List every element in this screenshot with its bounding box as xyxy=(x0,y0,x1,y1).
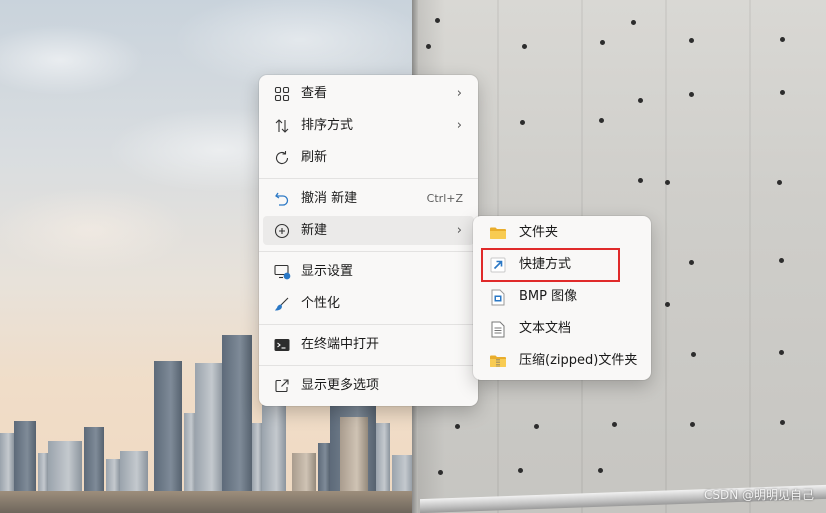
tie-hole xyxy=(426,44,431,49)
tie-hole xyxy=(665,180,670,185)
tie-hole xyxy=(780,420,785,425)
menu-item-undo-new[interactable]: 撤消 新建 Ctrl+Z xyxy=(263,184,474,213)
menu-item-label: 排序方式 xyxy=(301,118,354,133)
building xyxy=(222,335,252,513)
chevron-right-icon: › xyxy=(456,86,462,101)
tie-hole xyxy=(631,20,636,25)
chevron-right-icon: › xyxy=(456,118,462,133)
tie-hole xyxy=(520,120,525,125)
menu-item-new[interactable]: 新建 › xyxy=(263,216,474,245)
menu-item-label: 查看 xyxy=(301,86,328,101)
tie-hole xyxy=(690,422,695,427)
tie-hole xyxy=(600,40,605,45)
grid-view-icon xyxy=(273,85,291,103)
menu-separator xyxy=(259,324,478,325)
desktop-context-menu: 查看 › 排序方式 › 刷新 撤消 新建 Ctrl+Z 新建 › 显示设置 个性… xyxy=(259,75,478,406)
menu-item-label: 显示设置 xyxy=(301,264,354,279)
refresh-icon xyxy=(273,149,291,167)
menu-item-label: 个性化 xyxy=(301,296,341,311)
folder-icon xyxy=(489,224,507,242)
tie-hole xyxy=(455,424,460,429)
display-settings-icon xyxy=(273,263,291,281)
tie-hole xyxy=(689,92,694,97)
tie-hole xyxy=(438,470,443,475)
bmp-image-icon xyxy=(489,288,507,306)
menu-item-label: 新建 xyxy=(301,223,328,238)
sort-arrows-icon xyxy=(273,117,291,135)
menu-item-refresh[interactable]: 刷新 xyxy=(263,143,474,172)
menu-separator xyxy=(259,365,478,366)
menu-item-label: 刷新 xyxy=(301,150,328,165)
tie-hole xyxy=(599,118,604,123)
tie-hole xyxy=(612,422,617,427)
chevron-right-icon: › xyxy=(456,223,462,238)
submenu-item-label: 文本文档 xyxy=(519,321,572,336)
tie-hole xyxy=(689,260,694,265)
undo-icon xyxy=(273,190,291,208)
tie-hole xyxy=(780,37,785,42)
text-document-icon xyxy=(489,320,507,338)
submenu-item-bmp-image[interactable]: BMP 图像 xyxy=(477,282,647,311)
menu-item-label: 在终端中打开 xyxy=(301,337,380,352)
menu-separator xyxy=(259,251,478,252)
menu-item-label: 撤消 新建 xyxy=(301,191,358,206)
tie-hole xyxy=(518,468,523,473)
tie-hole xyxy=(638,178,643,183)
new-submenu: 文件夹 快捷方式 BMP 图像 文本文档 压缩(zipped)文件夹 xyxy=(473,216,651,380)
tie-hole xyxy=(665,302,670,307)
tie-hole xyxy=(522,44,527,49)
menu-item-show-more-options[interactable]: 显示更多选项 xyxy=(263,371,474,400)
tie-hole xyxy=(689,38,694,43)
zip-folder-icon xyxy=(489,352,507,370)
menu-separator xyxy=(259,178,478,179)
share-more-icon xyxy=(273,377,291,395)
tie-hole xyxy=(779,350,784,355)
menu-item-display-settings[interactable]: 显示设置 xyxy=(263,257,474,286)
submenu-item-label: 文件夹 xyxy=(519,225,559,240)
submenu-item-folder[interactable]: 文件夹 xyxy=(477,218,647,247)
menu-item-personalize[interactable]: 个性化 xyxy=(263,289,474,318)
menu-item-view[interactable]: 查看 › xyxy=(263,79,474,108)
submenu-item-zip-folder[interactable]: 压缩(zipped)文件夹 xyxy=(477,346,647,375)
waterfront xyxy=(0,491,415,513)
menu-item-open-terminal[interactable]: 在终端中打开 xyxy=(263,330,474,359)
tie-hole xyxy=(534,424,539,429)
tie-hole xyxy=(435,18,440,23)
tie-hole xyxy=(780,90,785,95)
submenu-item-label: 压缩(zipped)文件夹 xyxy=(519,353,638,368)
plus-circle-icon xyxy=(273,222,291,240)
tie-hole xyxy=(691,352,696,357)
terminal-icon xyxy=(273,336,291,354)
shortcut-text: Ctrl+Z xyxy=(426,192,463,205)
submenu-item-text-document[interactable]: 文本文档 xyxy=(477,314,647,343)
tie-hole xyxy=(598,468,603,473)
tie-hole xyxy=(638,98,643,103)
tie-hole xyxy=(779,258,784,263)
menu-item-sort-by[interactable]: 排序方式 › xyxy=(263,111,474,140)
menu-item-label: 显示更多选项 xyxy=(301,378,380,393)
brush-icon xyxy=(273,295,291,313)
annotation-highlight-box xyxy=(481,248,620,282)
tie-hole xyxy=(777,180,782,185)
watermark: CSDN @明明见自己 xyxy=(703,488,814,502)
submenu-item-label: BMP 图像 xyxy=(519,289,578,304)
